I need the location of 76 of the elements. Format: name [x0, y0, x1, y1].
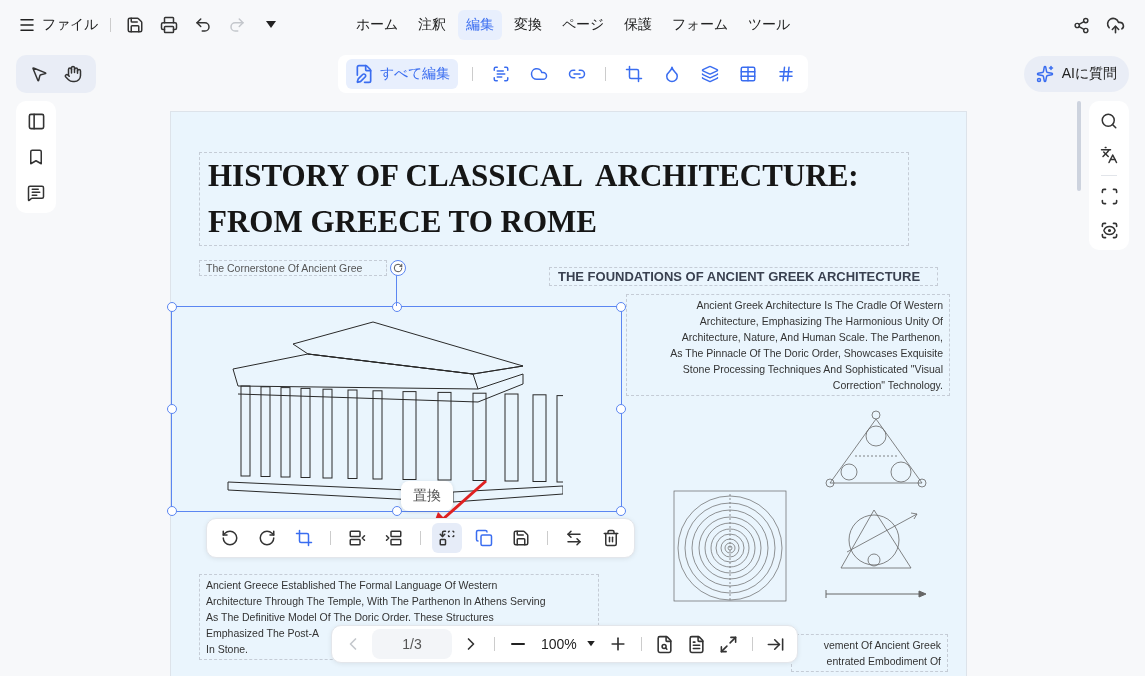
menu-tab[interactable]: 注釈 [409, 10, 454, 40]
expand-icon [719, 634, 739, 654]
comment-icon [27, 184, 45, 202]
replace-button[interactable] [432, 523, 462, 553]
tooltip: 置換 [401, 481, 453, 511]
translate-icon [1100, 146, 1118, 164]
bookmark-icon [27, 148, 45, 166]
ask-ai-button[interactable]: AIに質問 [1023, 56, 1129, 92]
page-number-field[interactable]: 1/3 [372, 629, 452, 659]
menu-tab[interactable]: 保護 [615, 10, 660, 40]
trash-icon [602, 529, 620, 547]
copy-icon [475, 529, 493, 547]
text-line: Ancient Greece Established The Formal Language Of Western [206, 578, 498, 593]
edit-all-button[interactable]: すべて編集 [345, 59, 458, 89]
cloud-icon [529, 65, 548, 83]
sparkle-icon [1035, 65, 1054, 83]
rotate-icon [393, 263, 403, 273]
resize-handle[interactable] [616, 506, 626, 516]
undo-icon [194, 16, 212, 34]
caret-icon [266, 21, 276, 29]
document-title: HISTORY OF CLASSICAL ARCHITECTURE: FROM GREECE TO ROME [207, 157, 860, 241]
replace-icon [438, 529, 456, 547]
section-heading: THE FOUNDATIONS OF ANCIENT GREEK ARCHITECTURE [557, 268, 922, 285]
crop-icon [624, 65, 643, 83]
rotate-handle[interactable] [390, 260, 406, 276]
table-icon [738, 65, 757, 83]
scrollbar-thumb[interactable] [1077, 101, 1081, 191]
cloud-upload-icon [1105, 15, 1125, 35]
hash-icon [776, 65, 795, 83]
text-line: Architecture Through The Temple, With The Parthenon In Athens Serving [206, 594, 546, 609]
subtitle: The Cornerstone Of Ancient Gree [205, 261, 364, 275]
file-search-icon [655, 634, 675, 654]
resize-handle[interactable] [616, 404, 626, 414]
document-icon [687, 634, 707, 654]
zoom-dropdown[interactable]: 100% [537, 636, 599, 652]
minus-icon [511, 643, 525, 645]
file-menu-button[interactable]: ファイル [16, 14, 100, 36]
text-line: Emphasized The Post-A [206, 626, 320, 641]
printer-icon [160, 16, 178, 34]
scan-frame-icon [1099, 186, 1119, 206]
layers-icon [700, 65, 719, 83]
text-line: vement Of Ancient Greek [823, 638, 941, 653]
menu-tab[interactable]: ツール [739, 10, 798, 40]
resize-handle[interactable] [167, 506, 177, 516]
send-backward-icon [348, 529, 366, 547]
swap-icon [565, 529, 583, 547]
bring-forward-icon [385, 529, 403, 547]
menu-tab[interactable]: ホーム [347, 10, 406, 40]
menu-icon [18, 16, 36, 34]
share-icon [1072, 16, 1090, 34]
resize-handle[interactable] [391, 506, 402, 516]
search-icon [1100, 112, 1118, 130]
rotate-right-icon [258, 529, 276, 547]
thumbnails-icon [26, 111, 46, 131]
section-paragraph: Ancient Greek Architecture Is The Cradle Of Western Architecture, Emphasizing The Harmonious Unity Of Architecture, Nature, And Human Scale. The Parthenon, As The Pinnacle Of The Doric Order, Showcases Exquisite Stone Processing Techniques And Sophisticated "Visual Correction" Technology. [669, 298, 944, 393]
pointer-icon [30, 65, 48, 83]
caret-icon [586, 641, 595, 647]
resize-handle[interactable] [391, 302, 402, 312]
resize-handle[interactable] [167, 404, 177, 414]
scan-eye-icon [1099, 220, 1119, 240]
redo-icon [228, 16, 246, 34]
menu-tab[interactable]: 編集 [457, 10, 502, 40]
text-line: entrated Embodiment Of [826, 654, 941, 669]
menu-tab[interactable]: ページ [553, 10, 612, 40]
menu-tab[interactable]: 変換 [505, 10, 550, 40]
text-scan-icon [491, 65, 510, 83]
save-icon [126, 16, 144, 34]
resize-handle[interactable] [167, 302, 177, 312]
crop-icon [295, 529, 313, 547]
resize-handle[interactable] [616, 302, 626, 312]
save-icon [512, 529, 530, 547]
menu-tab[interactable]: フォーム [663, 10, 736, 40]
rotate-left-icon [221, 529, 239, 547]
text-line: In Stone. [206, 642, 249, 657]
text-line: As The Definitive Model Of The Doric Order. These Structures [206, 610, 494, 625]
hand-icon [64, 65, 82, 83]
